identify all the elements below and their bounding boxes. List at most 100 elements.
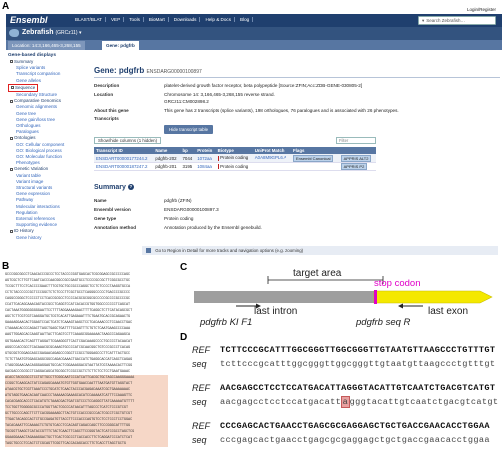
table-header[interactable]: Protein — [195, 147, 216, 154]
expand-box-icon[interactable] — [10, 136, 13, 140]
sidebar-item[interactable]: Gene history — [6, 235, 90, 241]
table-header[interactable]: Name — [153, 147, 181, 154]
table-cell-text: ENSDART00000187247.2 — [96, 164, 148, 170]
sidebar-item-label: Pathway — [16, 197, 34, 203]
table-row: ENSDART00000187247.2 pdgfrb-201 3195 1084aa… — [94, 162, 376, 172]
expand-box-icon[interactable] — [11, 86, 14, 90]
table-cell[interactable]: 1084aa — [195, 162, 216, 172]
page-title: Gene: pdgfrb ENSDARG00000100897 — [94, 66, 202, 75]
location-accession: GRCz11:CM002898.2 — [164, 99, 209, 104]
panel-a-ensembl-screenshot: A Ensembl BLAST/BLAT VEP Tools BioMart Downl… — [0, 0, 502, 260]
table-cell-text: Protein coding — [220, 155, 249, 161]
species-label: Zebrafish — [22, 29, 54, 36]
read-sequence: cccgagcactgaacctgagcgcgaggagctgctgaccgaa… — [220, 434, 490, 445]
panel-label-d: D — [180, 332, 188, 343]
nav-link[interactable]: BioMart — [146, 17, 169, 22]
panel-label-b: B — [2, 261, 10, 272]
ref-sequence: AACGAGCCTCCTCCATGACATTAGGGTACATTGTCAATCT… — [220, 382, 496, 393]
sidebar-item-label: ID History — [14, 228, 34, 234]
sidebar-item-label: Comparative Genomics — [14, 98, 62, 104]
gene-title-text: Gene: pdgfrb — [94, 66, 145, 75]
table-cell: Protein coding — [215, 154, 253, 163]
nav-link[interactable]: Blog — [237, 17, 254, 22]
seq-row-2: seq aacgagcctcctccatgacatt a gggtacattgtca… — [192, 395, 498, 408]
sidebar-item-label: GO: Biological process — [16, 147, 62, 153]
nav-link[interactable]: Downloads — [171, 17, 201, 22]
sidebar-item-label: Gene gain/loss tree — [16, 116, 56, 122]
ensembl-header: Ensembl BLAST/BLAT VEP Tools BioMart Downloa… — [6, 14, 502, 27]
table-cell-text: A0A8M9GPL6↗ — [254, 155, 287, 160]
table-cell[interactable]: ENSDART00000187247.2 — [94, 162, 154, 172]
sidebar-title: Gene-based displays — [8, 53, 56, 58]
table-cell-text: 1084aa — [197, 164, 212, 170]
table-cell: APPRIS P2 — [338, 162, 376, 172]
nav-link[interactable]: VEP — [108, 17, 125, 22]
ref-row-2: REF AACGAGCCTCCTCCATGACATTAGGGTACATTGTCA… — [192, 382, 495, 393]
assembly-label: (GRCz11) ▾ — [55, 30, 82, 36]
sidebar-item-label: Structural variants — [16, 185, 53, 191]
seq-label: seq — [192, 396, 207, 407]
region-detail-bar[interactable]: Go to Region in Detail for more tracks a… — [142, 246, 498, 255]
nav-link[interactable]: Tools — [126, 17, 144, 22]
title-divider — [94, 77, 500, 78]
table-cell-text: 1072aa — [197, 155, 212, 161]
table-header[interactable]: bp — [180, 147, 196, 154]
sidebar-item-label: Supporting evidence — [16, 222, 58, 228]
search-input[interactable]: ▾ Search Zebrafish… — [418, 16, 496, 25]
table-header[interactable]: Flags — [291, 147, 376, 154]
sidebar-item-label: Variant table — [16, 172, 41, 178]
sidebar-item-label: Secondary Structure — [16, 92, 58, 98]
biotype-color-marker — [217, 155, 220, 161]
sidebar-item-label: Phenotypes — [16, 160, 40, 166]
table-cell-text: pdgfrb-202 — [155, 155, 177, 161]
login-link[interactable]: Login/Register — [467, 7, 496, 12]
location-link[interactable]: Chromosome 14: 3,166,465-3,268,155 rever… — [164, 92, 494, 97]
expand-box-icon[interactable] — [10, 99, 13, 103]
nav-link[interactable]: BLAST/BLAT — [72, 17, 106, 22]
species-name[interactable]: Zebrafish (GRCz11) ▾ — [22, 29, 82, 36]
table-header[interactable]: Biotype — [215, 147, 253, 154]
ensembl-logo[interactable]: Ensembl — [10, 15, 48, 25]
table-cell-text: pdgfrb-201 — [155, 164, 177, 170]
sidebar-item-label: Gene alleles — [16, 77, 42, 83]
table-header[interactable]: UniProt Match — [252, 147, 291, 154]
species-bar: Zebrafish (GRCz11) ▾ — [6, 27, 502, 40]
help-icon[interactable]: ? — [127, 184, 134, 191]
primer-forward-label: pdgfrb KI F1 — [199, 317, 252, 328]
expand-box-icon[interactable] — [10, 60, 13, 64]
seq-label: seq — [192, 434, 207, 445]
sidebar-item-label: GO: Cellular component — [16, 141, 65, 147]
sidebar-item[interactable]: Sequence — [8, 83, 39, 93]
table-cell: 3195 — [180, 162, 196, 172]
filter-input[interactable]: Filter — [336, 137, 376, 144]
primer-reverse-label: pdgfrb seq R — [355, 317, 411, 328]
last-exon-arrow — [373, 290, 493, 304]
stop-codon-label: stop codon — [374, 278, 420, 289]
summary-value: pdgfrb (ZFIN) — [164, 198, 192, 203]
ref-row-3: REF CCCGAGCACTGAACCTGAGCGCGAGGAGCTGCTGAC… — [192, 420, 490, 431]
table-header-row: Transcript ID Name bp Protein Biotype UniProt… — [94, 147, 376, 154]
summary-title: Summary — [94, 184, 126, 191]
table-cell[interactable]: A0A8M9GPL6↗ — [252, 154, 291, 163]
sidebar-item-label: Splice variants — [16, 65, 46, 71]
expand-box-icon[interactable] — [10, 229, 13, 233]
nav-link[interactable]: Help & Docs — [202, 17, 236, 22]
table-cell: pdgfrb-202 — [153, 154, 181, 163]
tab-gene[interactable]: Gene: pdgfrb — [102, 41, 139, 50]
target-diagram-svg: target area stop codon last intron last … — [194, 268, 493, 328]
gene-id: ENSDARG00000100897 — [146, 69, 202, 75]
tab-location[interactable]: Location: 14:3,166,465-3,268,155 — [8, 41, 85, 50]
read-sequence-pre: aacgagcctcctccatgacatt — [220, 396, 342, 407]
region-detail-text: Go to Region in Detail for more tracks a… — [155, 248, 304, 253]
table-cell[interactable]: 1072aa — [195, 154, 216, 163]
table-cell[interactable] — [252, 162, 291, 172]
show-hide-columns-button[interactable]: Show/hide columns (1 hidden) — [94, 137, 162, 144]
top-nav: BLAST/BLAT VEP Tools BioMart Downloads Help &… — [72, 17, 254, 22]
hide-transcript-table-button[interactable]: Hide transcript table — [164, 125, 214, 134]
table-header[interactable]: Transcript ID — [94, 147, 154, 154]
sidebar: Gene-based displays Summary Splice varian… — [6, 52, 90, 257]
sidebar-item-label: Molecular interactions — [16, 203, 60, 209]
ref-row-1: REF TCTTCCCGCATTTGGCGGGTTGGCGGGTTGTAATGT… — [192, 344, 495, 355]
table-cell[interactable]: ENSDART00000177244.2 — [94, 154, 154, 163]
expand-box-icon[interactable] — [10, 167, 13, 171]
